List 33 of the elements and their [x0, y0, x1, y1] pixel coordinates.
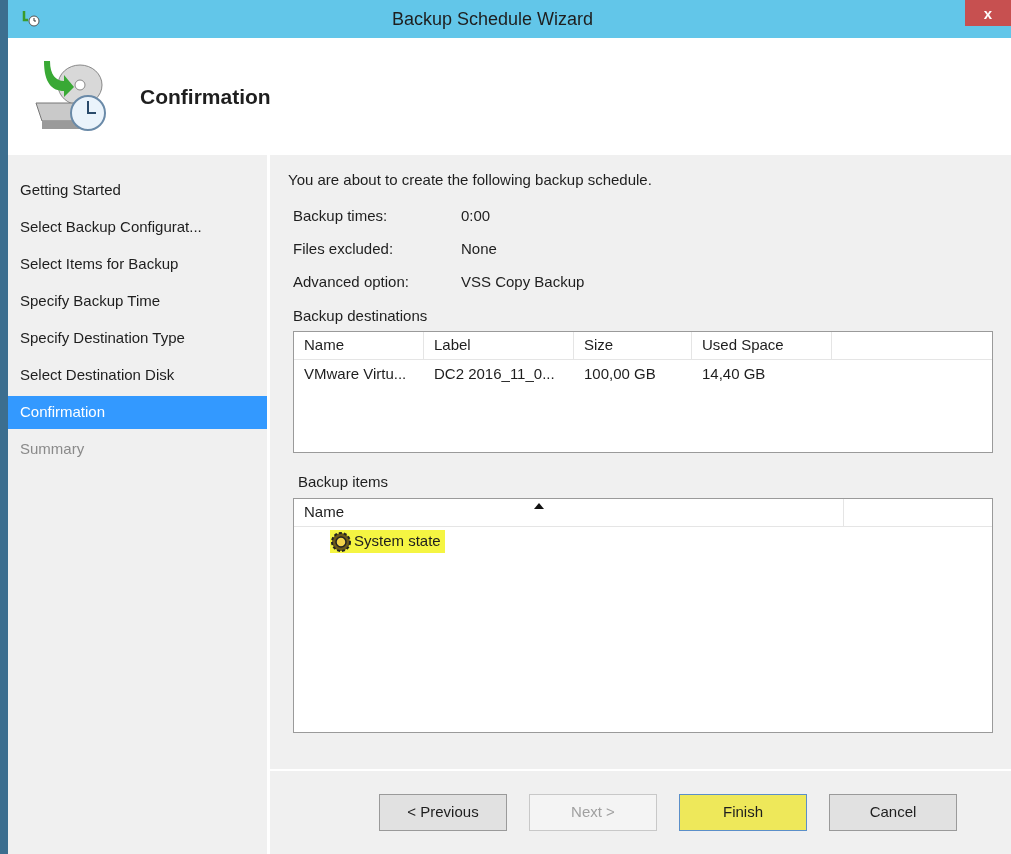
backup-clock-icon	[20, 10, 42, 28]
section-label: Backup items	[297, 472, 390, 492]
wizard-button[interactable]: < Previous	[379, 794, 507, 831]
detail-value: None	[461, 238, 497, 259]
column-header[interactable]: Name	[294, 498, 844, 526]
column-header[interactable]: Name	[294, 332, 424, 359]
detail-value: VSS Copy Backup	[461, 271, 585, 292]
wizard-step[interactable]: Specify Backup Time	[8, 285, 267, 318]
wizard-step[interactable]: Specify Destination Type	[8, 322, 267, 355]
close-button[interactable]: x	[965, 0, 1011, 26]
page-heading: Confirmation	[140, 83, 271, 110]
wizard-step[interactable]: Select Items for Backup	[8, 248, 267, 281]
detail-value: 0:00	[461, 205, 491, 226]
detail-label: Advanced option:	[293, 271, 410, 292]
wizard-button[interactable]: Finish	[679, 794, 807, 831]
column-header[interactable]: Size	[574, 332, 692, 359]
table-cell-text: 100,00 GB	[583, 363, 657, 384]
column-header[interactable]: Label	[424, 332, 574, 359]
column-header[interactable]: Used Space	[692, 332, 832, 359]
intro-text: You are about to create the following backup schedule.	[288, 170, 653, 190]
table-cell-text: 14,40 GB	[701, 363, 767, 384]
table-cell-text: VMware Virtu...	[303, 363, 408, 384]
window-title: Backup Schedule Wizard	[391, 7, 594, 31]
tree-item[interactable]: System state	[330, 530, 445, 553]
detail-label: Backup times:	[293, 205, 389, 226]
wizard-button[interactable]: Cancel	[829, 794, 957, 831]
table-cell-text: DC2 2016_11_0...	[433, 363, 556, 384]
gear-icon	[330, 530, 352, 553]
section-label: Backup destinations	[292, 305, 429, 326]
wizard-step[interactable]: Select Backup Configurat...	[8, 211, 267, 244]
wizard-step[interactable]: Select Destination Disk	[8, 359, 267, 392]
wizard-step[interactable]: Getting Started	[8, 174, 267, 207]
detail-label: Files excluded:	[293, 238, 395, 259]
